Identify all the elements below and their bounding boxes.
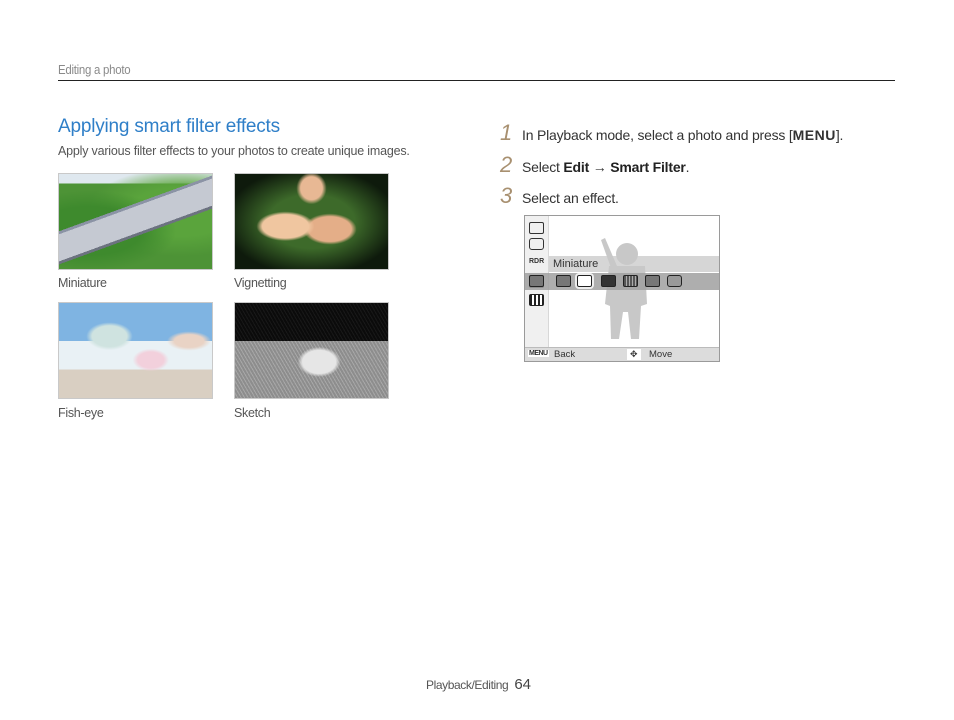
camera-screen: RDR Miniature MENU Back ✥ Move [524, 215, 720, 362]
page-number: 64 [514, 676, 532, 693]
dpad-icon: ✥ [627, 349, 641, 360]
step-text: Select Edit → Smart Filter. [522, 159, 690, 175]
step-number: 1 [500, 120, 513, 145]
step-1: 1 In Playback mode, select a photo and p… [500, 120, 843, 146]
menu-key: MENU [792, 127, 836, 143]
sketch-caption: Sketch [234, 406, 271, 420]
effect-option-normal[interactable] [556, 275, 571, 287]
effect-option-vignetting[interactable] [601, 275, 616, 287]
step-text: Select an effect. [522, 190, 619, 206]
section-header: Editing a photo [58, 62, 131, 77]
vignetting-caption: Vignetting [234, 276, 287, 290]
page-subtitle: Apply various filter effects to your pho… [58, 144, 410, 158]
page-footer: Playback/Editing 64 [426, 676, 531, 693]
step-2: 2 Select Edit → Smart Filter. [500, 152, 690, 178]
image-adjust-icon [529, 275, 544, 287]
selected-effect-label: Miniature [553, 258, 599, 270]
child-silhouette-image [601, 238, 647, 339]
sketch-example-image [234, 302, 389, 399]
smart-filter-icon[interactable]: RDR [529, 256, 544, 268]
effect-option-miniature[interactable] [575, 273, 594, 289]
vignetting-example-image [234, 173, 389, 270]
back-label[interactable]: Back [554, 349, 575, 360]
resize-icon[interactable] [529, 222, 544, 234]
fish-eye-example-image [58, 302, 213, 399]
camera-footer: MENU Back ✥ Move [525, 347, 719, 361]
miniature-example-image [58, 173, 213, 270]
move-label: Move [649, 349, 673, 360]
step-number: 3 [500, 183, 513, 208]
step-number: 2 [500, 152, 513, 177]
effect-option-fish-eye[interactable] [623, 275, 638, 287]
header-rule [58, 80, 895, 81]
step-3: 3 Select an effect. [500, 183, 619, 209]
effect-option-sketch[interactable] [645, 275, 660, 287]
miniature-caption: Miniature [58, 276, 107, 290]
menu-key-icon: MENU [528, 350, 549, 357]
rotate-icon[interactable] [529, 238, 544, 250]
page-title: Applying smart filter effects [58, 116, 280, 137]
color-icon[interactable] [529, 294, 544, 306]
effect-option-defog[interactable] [667, 275, 682, 287]
footer-section-label: Playback/Editing [426, 678, 509, 692]
step-text: In Playback mode, select a photo and pre… [522, 127, 844, 143]
fish-eye-caption: Fish-eye [58, 406, 104, 420]
